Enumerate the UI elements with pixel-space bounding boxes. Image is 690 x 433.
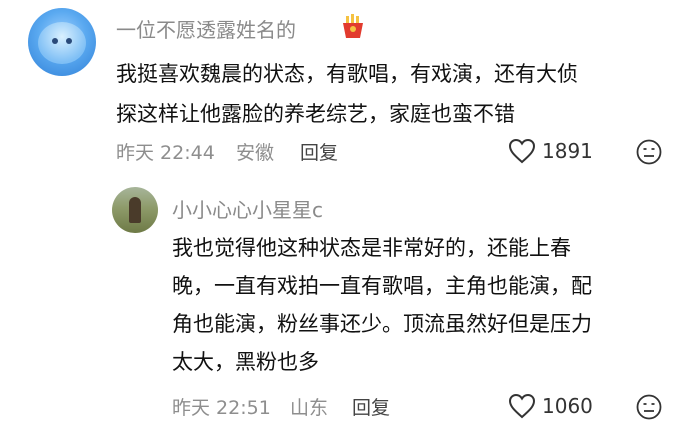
- like-button[interactable]: 1891: [508, 138, 593, 164]
- avatar-eye: [52, 38, 58, 44]
- dislike-icon[interactable]: [636, 394, 662, 420]
- reply-button[interactable]: 回复: [300, 138, 338, 165]
- heart-icon: [508, 393, 536, 419]
- comment-username[interactable]: 一位不愿透露姓名的: [116, 14, 296, 43]
- like-count: 1891: [542, 139, 593, 163]
- comment-time: 昨天 22:44: [116, 142, 215, 164]
- avatar-face: [38, 22, 86, 64]
- comment-location: 安徽: [236, 142, 275, 164]
- avatar[interactable]: [28, 8, 96, 76]
- like-count: 1060: [542, 394, 593, 418]
- comment-text-line: 探这样让他露脸的养老综艺，家庭也蛮不错: [116, 102, 515, 126]
- heart-icon: [508, 138, 536, 164]
- reply-text-line: 晚，一直有戏拍一直有歌唱，主角也能演，配: [172, 274, 592, 298]
- fries-icon: [343, 14, 363, 38]
- avatar[interactable]: [112, 187, 158, 233]
- reply-location: 山东: [290, 397, 329, 419]
- reply-text-line: 我也觉得他这种状态是非常好的，还能上春: [172, 236, 571, 260]
- reply-text-line: 太大，黑粉也多: [172, 350, 319, 374]
- reply-username[interactable]: 小小心心小星星c: [172, 194, 323, 223]
- comment-text-line: 我挺喜欢魏晨的状态，有歌唱，有戏演，还有大侦: [116, 62, 578, 86]
- dislike-icon[interactable]: [636, 139, 662, 165]
- reply-time: 昨天 22:51: [172, 397, 271, 419]
- like-button[interactable]: 1060: [508, 393, 593, 419]
- avatar-figure: [129, 197, 141, 223]
- avatar-eye: [66, 38, 72, 44]
- reply-text-line: 角也能演，粉丝事还少。顶流虽然好但是压力: [172, 312, 592, 336]
- reply-button[interactable]: 回复: [352, 393, 390, 420]
